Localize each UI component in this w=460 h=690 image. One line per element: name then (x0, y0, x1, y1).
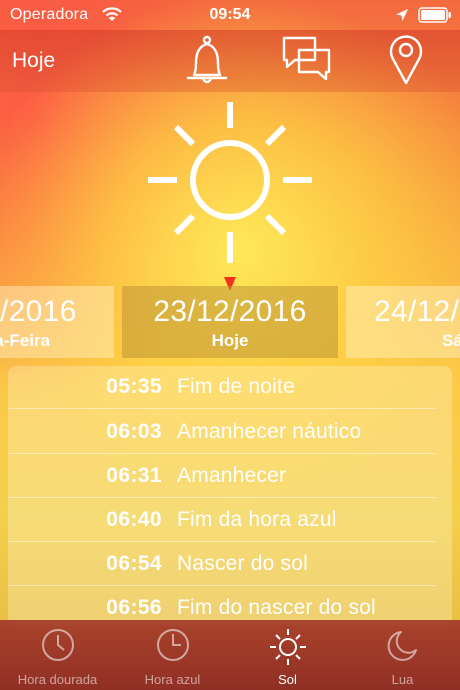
date-label: Quinta-Feira (0, 331, 51, 350)
page-title[interactable]: Hoje (12, 49, 55, 73)
event-name: Fim da hora azul (177, 508, 337, 531)
moon-icon (387, 631, 417, 661)
date-card-current[interactable]: 23/12/2016 Hoje (122, 286, 338, 358)
event-name: Amanhecer (177, 464, 287, 487)
sun-icon (269, 629, 306, 665)
nav-bar: Hoje (0, 30, 460, 92)
clock-icon (156, 629, 189, 661)
divider (8, 497, 436, 498)
list-item[interactable]: 05:35 Fim de noite (8, 366, 452, 409)
date-text: 24/12/2016 (374, 295, 460, 328)
list-item[interactable]: 06:31 Amanhecer (8, 455, 452, 498)
messages-icon[interactable] (282, 36, 332, 89)
event-name: Amanhecer náutico (177, 420, 362, 443)
list-item[interactable]: 06:40 Fim da hora azul (8, 499, 452, 542)
status-time: 09:54 (209, 6, 251, 23)
list-item[interactable]: 06:54 Nascer do sol (8, 543, 452, 586)
event-time: 06:31 (106, 464, 162, 487)
event-time: 05:35 (106, 375, 162, 398)
divider (8, 541, 436, 542)
battery-icon (418, 7, 452, 28)
clock-icon (41, 629, 74, 661)
date-text: 22/12/2016 (0, 295, 77, 328)
tab-sun[interactable]: Sol (230, 620, 345, 690)
events-list[interactable]: 05:35 Fim de noite 06:03 Amanhecer náuti… (8, 366, 452, 626)
date-label: Hoje (211, 331, 249, 350)
divider (8, 453, 436, 454)
tab-golden-hour[interactable]: Hora dourada (0, 620, 115, 690)
divider (8, 408, 436, 409)
bell-icon[interactable] (184, 35, 230, 90)
tab-bar: Hora dourada Hora azul Sol Lua (0, 620, 460, 690)
divider (8, 585, 436, 586)
date-card-next[interactable]: 24/12/2016 Sábado (346, 286, 460, 358)
event-time: 06:03 (106, 420, 162, 443)
tab-label: Hora dourada (17, 672, 98, 687)
event-name: Fim de noite (177, 375, 295, 398)
date-label: Sábado (442, 331, 460, 350)
date-card-previous[interactable]: 22/12/2016 Quinta-Feira (0, 286, 114, 358)
event-time: 06:56 (106, 596, 162, 619)
location-arrow-icon (395, 8, 409, 27)
event-name: Nascer do sol (177, 552, 308, 575)
location-pin-icon[interactable] (388, 33, 424, 90)
event-name: Fim do nascer do sol (177, 596, 376, 619)
event-time: 06:54 (106, 552, 162, 575)
status-bar: Operadora 09:54 (0, 0, 460, 30)
tab-label: Hora azul (144, 672, 201, 687)
tab-moon[interactable]: Lua (345, 620, 460, 690)
tab-blue-hour[interactable]: Hora azul (115, 620, 230, 690)
tab-label: Lua (391, 672, 414, 687)
date-text: 23/12/2016 (153, 295, 307, 328)
list-item[interactable]: 06:03 Amanhecer náutico (8, 411, 452, 454)
sun-icon (145, 100, 315, 275)
event-time: 06:40 (106, 508, 162, 531)
tab-label: Sol (278, 672, 297, 687)
